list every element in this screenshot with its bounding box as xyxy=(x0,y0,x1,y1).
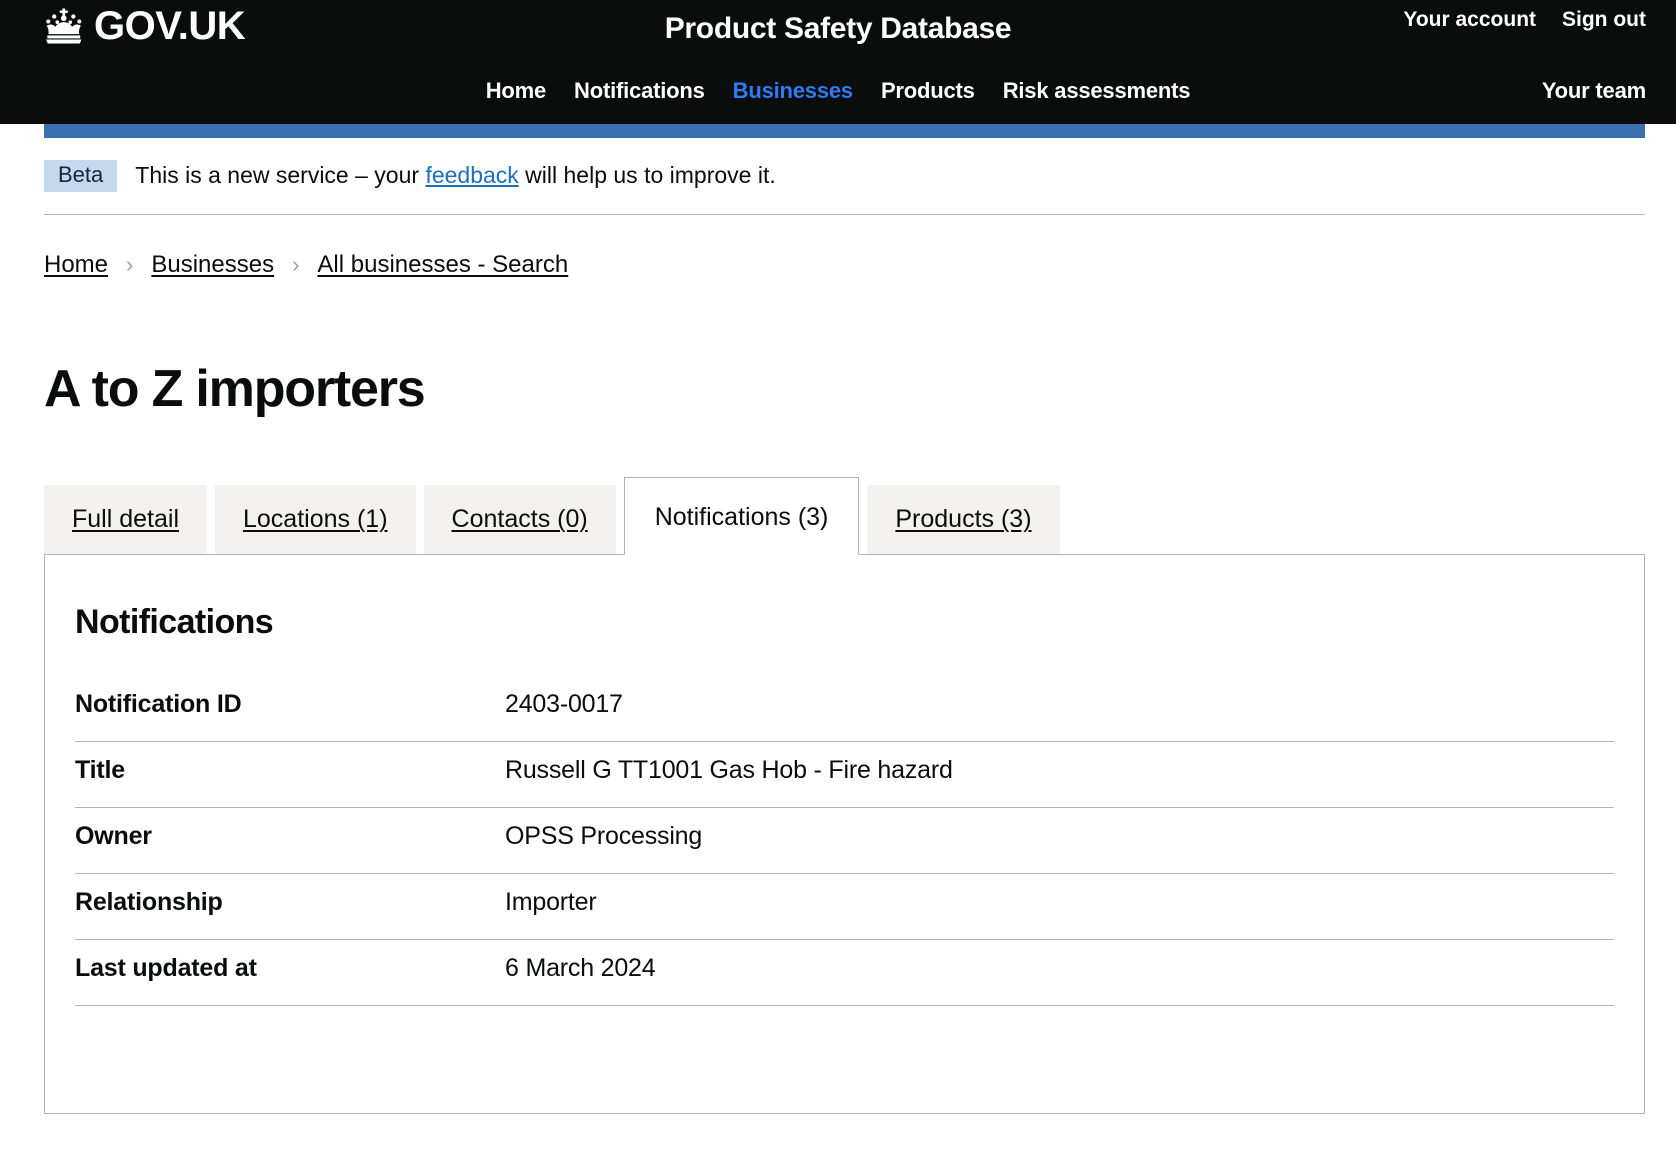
row-value: Importer xyxy=(505,874,1614,940)
header-top-row: GOV.UK Product Safety Database Your acco… xyxy=(0,0,1676,62)
beta-tag: Beta xyxy=(44,160,117,192)
tab-locations[interactable]: Locations (1) xyxy=(215,485,416,554)
panel-heading: Notifications xyxy=(75,603,1614,642)
nav-right-group: Your team xyxy=(1542,78,1646,104)
row-value: 2403-0017 xyxy=(505,690,1614,742)
row-key: Notification ID xyxy=(75,690,505,742)
row-value: 6 March 2024 xyxy=(505,940,1614,1006)
tab-label[interactable]: Full detail xyxy=(44,485,207,554)
breadcrumb-item-businesses[interactable]: Businesses xyxy=(151,251,274,279)
breadcrumb-item-all-businesses-search[interactable]: All businesses - Search xyxy=(317,251,568,279)
breadcrumb: Home › Businesses › All businesses - Sea… xyxy=(44,215,1645,279)
phase-text-after: will help us to improve it. xyxy=(519,162,776,188)
account-links: Your account Sign out xyxy=(1403,8,1646,32)
tab-products[interactable]: Products (3) xyxy=(867,485,1059,554)
table-row: Title Russell G TT1001 Gas Hob - Fire ha… xyxy=(75,742,1614,808)
tabs-component: Full detail Locations (1) Contacts (0) N… xyxy=(44,477,1645,1114)
service-name-link[interactable]: Product Safety Database xyxy=(665,12,1012,45)
breadcrumb-separator-icon: › xyxy=(292,252,299,278)
govuk-logo-link[interactable]: GOV.UK xyxy=(42,6,245,46)
breadcrumb-separator-icon: › xyxy=(126,252,133,278)
row-key: Relationship xyxy=(75,874,505,940)
phase-banner: Beta This is a new service – your feedba… xyxy=(44,138,1645,215)
tab-full-detail[interactable]: Full detail xyxy=(44,485,207,554)
sign-out-link[interactable]: Sign out xyxy=(1562,8,1646,32)
phase-banner-text: This is a new service – your feedback wi… xyxy=(135,162,775,190)
width-container: Beta This is a new service – your feedba… xyxy=(44,138,1645,1114)
nav-item-notifications[interactable]: Notifications xyxy=(574,78,705,104)
your-account-link[interactable]: Your account xyxy=(1403,8,1536,32)
tab-panel-notifications: Notifications Notification ID 2403-0017 … xyxy=(44,554,1645,1114)
page-title: A to Z importers xyxy=(44,361,1645,417)
accent-blue-band xyxy=(44,124,1645,138)
table-row: Notification ID 2403-0017 xyxy=(75,690,1614,742)
breadcrumb-item-home[interactable]: Home xyxy=(44,251,108,279)
nav-item-businesses[interactable]: Businesses xyxy=(733,78,853,104)
notification-summary-list: Notification ID 2403-0017 Title Russell … xyxy=(75,690,1614,1006)
govuk-wordmark: GOV.UK xyxy=(94,6,245,46)
phase-text-before: This is a new service – your xyxy=(135,162,425,188)
nav-item-risk-assessments[interactable]: Risk assessments xyxy=(1003,78,1191,104)
row-key: Last updated at xyxy=(75,940,505,1006)
tab-label[interactable]: Products (3) xyxy=(867,485,1059,554)
table-row: Owner OPSS Processing xyxy=(75,808,1614,874)
row-value: Russell G TT1001 Gas Hob - Fire hazard xyxy=(505,742,1614,808)
feedback-link[interactable]: feedback xyxy=(425,162,518,188)
row-key: Title xyxy=(75,742,505,808)
table-row: Last updated at 6 March 2024 xyxy=(75,940,1614,1006)
row-key: Owner xyxy=(75,808,505,874)
nav-item-home[interactable]: Home xyxy=(486,78,546,104)
tab-notifications[interactable]: Notifications (3) xyxy=(624,477,860,555)
tab-list: Full detail Locations (1) Contacts (0) N… xyxy=(44,477,1645,554)
row-value: OPSS Processing xyxy=(505,808,1614,874)
nav-item-products[interactable]: Products xyxy=(881,78,975,104)
tab-contacts[interactable]: Contacts (0) xyxy=(424,485,616,554)
crown-icon xyxy=(42,8,86,44)
table-row: Relationship Importer xyxy=(75,874,1614,940)
tab-label[interactable]: Locations (1) xyxy=(215,485,416,554)
header-nav-row: Home Notifications Businesses Products R… xyxy=(0,62,1676,124)
primary-navigation: Home Notifications Businesses Products R… xyxy=(0,78,1676,104)
site-header: GOV.UK Product Safety Database Your acco… xyxy=(0,0,1676,124)
tab-label[interactable]: Contacts (0) xyxy=(424,485,616,554)
tab-label[interactable]: Notifications (3) xyxy=(625,478,859,554)
nav-item-your-team[interactable]: Your team xyxy=(1542,78,1646,103)
